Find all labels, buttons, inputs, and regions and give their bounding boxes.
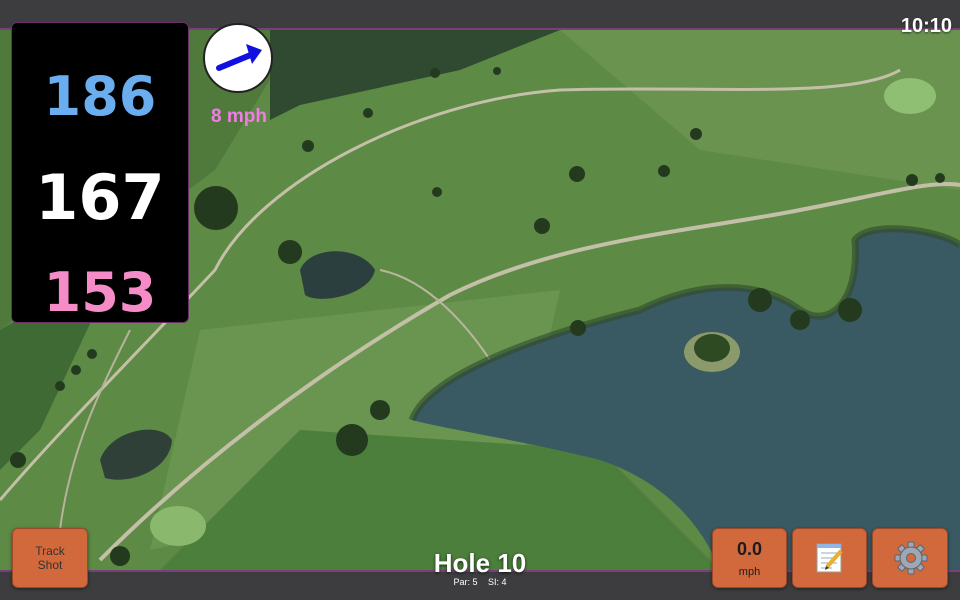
wind-speed-label: 8 mph xyxy=(211,106,267,127)
hole-title: Hole 10 xyxy=(433,548,527,578)
hole-stroke-index: SI: 4 xyxy=(488,577,507,587)
gear-icon xyxy=(894,541,928,575)
speed-unit: mph xyxy=(738,566,761,578)
wind-arrow-icon xyxy=(216,44,262,71)
track-shot-label: Track Shot xyxy=(35,544,65,572)
notepad-icon xyxy=(816,543,843,573)
track-shot-button[interactable]: Track Shot xyxy=(12,528,88,588)
speed-button[interactable]: 0.0 mph xyxy=(712,528,787,588)
notes-button[interactable] xyxy=(792,528,867,588)
clock-time: 10:10 xyxy=(900,15,952,37)
speed-value: 0.0 xyxy=(736,539,763,559)
distance-back: 186 xyxy=(43,65,157,128)
golf-gps-screen: 10:10 186 167 153 8 mph Track Shot Hole … xyxy=(0,0,960,600)
hole-par: Par: 5 xyxy=(453,577,478,587)
distance-panel: 186 167 153 xyxy=(11,22,189,323)
distance-front: 153 xyxy=(43,261,157,324)
distance-middle: 167 xyxy=(35,161,165,234)
settings-button[interactable] xyxy=(872,528,948,588)
wind-direction-indicator xyxy=(203,23,273,93)
hole-info: Par: 5 SI: 4 xyxy=(380,577,580,588)
